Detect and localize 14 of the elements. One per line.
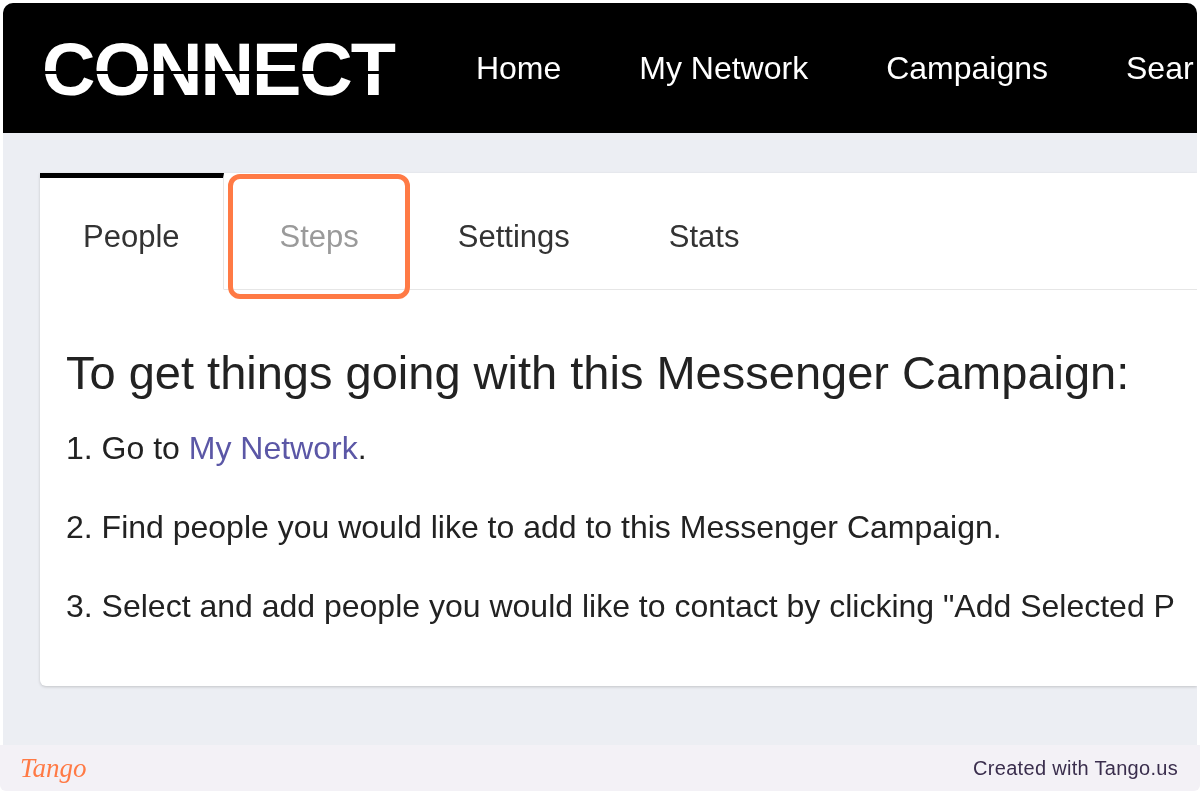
instructions-heading: To get things going with this Messenger Campaign: [66,346,1131,400]
step-text: 3. Select and add people you would like to contact by clicking "Add Selected P [66,587,1176,626]
step-text: 1. Go to My Network. [66,429,368,468]
nav-link[interactable]: My Network [639,48,809,88]
nav-link[interactable]: Sear [1126,48,1194,88]
tab[interactable]: Settings [414,173,613,290]
nav-link[interactable]: Campaigns [886,48,1048,88]
step-text: 2. Find people you would like to add to this Messenger Campaign. [66,508,1003,547]
tab[interactable]: Stats [625,173,783,290]
nav-link[interactable]: Home [475,48,562,88]
tab[interactable]: People [40,173,224,290]
network-link[interactable]: My Network [188,430,358,466]
tango-logo: Tango [20,752,87,784]
credit-text: Created with Tango.us [973,756,1178,780]
